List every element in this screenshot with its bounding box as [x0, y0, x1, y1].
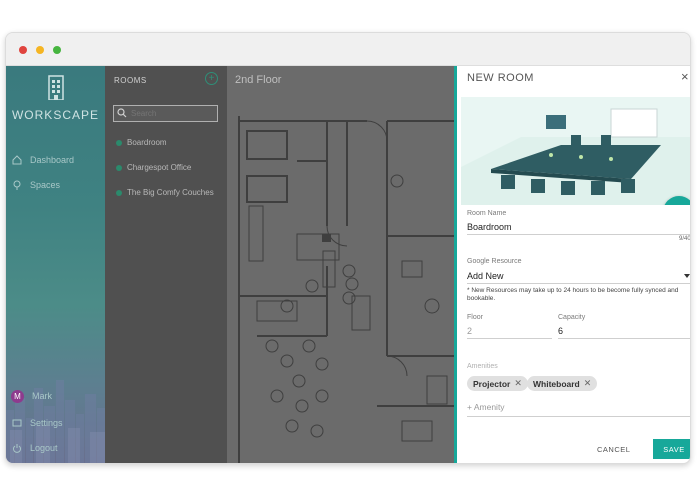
app-window: WORKSCAPE Dashboard Spaces M Mark Settin… — [5, 32, 691, 464]
sidebar-item-label: Dashboard — [30, 155, 75, 165]
sidebar-item-spaces[interactable]: Spaces — [12, 178, 60, 192]
rooms-title: ROOMS — [114, 76, 147, 85]
divider — [558, 338, 690, 339]
user-profile[interactable]: M Mark — [11, 389, 52, 403]
floor-plan-image[interactable] — [227, 106, 454, 464]
room-list-item[interactable]: The Big Comfy Couches — [116, 188, 214, 197]
floor-label: Floor — [467, 314, 483, 321]
amenities-label: Amenities — [467, 363, 498, 370]
floor-title: 2nd Floor — [235, 74, 282, 86]
remove-icon[interactable]: ✕ — [514, 378, 522, 389]
add-amenity-button[interactable]: + Amenity — [467, 402, 505, 412]
cancel-button[interactable]: CANCEL — [597, 445, 630, 454]
avatar: M — [11, 389, 24, 403]
title-bar — [6, 33, 690, 66]
room-list-item[interactable]: Chargespot Office — [116, 163, 191, 172]
close-icon[interactable]: × — [681, 69, 689, 84]
close-window-icon[interactable] — [19, 46, 27, 54]
maximize-window-icon[interactable] — [53, 46, 61, 54]
boardroom-illustration-icon — [461, 108, 690, 205]
sidebar-item-label: Spaces — [30, 180, 61, 190]
room-dot-icon — [116, 139, 122, 146]
sidebar-item-settings[interactable]: Settings — [12, 416, 63, 430]
divider — [467, 416, 690, 417]
logo-text: WORKSCAPE — [11, 108, 99, 122]
room-dot-icon — [116, 164, 122, 171]
settings-icon — [12, 419, 22, 427]
minimize-window-icon[interactable] — [36, 46, 44, 54]
capacity-label: Capacity — [558, 314, 586, 321]
user-name: Mark — [32, 391, 52, 401]
sidebar-item-dashboard[interactable]: Dashboard — [12, 153, 74, 167]
location-pin-icon — [13, 180, 21, 190]
new-room-panel: NEW ROOM × Room Name Boardroom 9/40 Goog… — [454, 66, 691, 463]
divider — [467, 338, 552, 339]
remove-icon[interactable]: ✕ — [584, 378, 592, 389]
floor-field[interactable] — [467, 325, 547, 337]
divider — [467, 234, 690, 235]
chip-label: Projector — [473, 378, 511, 389]
room-name-label: Room Name — [467, 210, 507, 217]
room-dot-icon — [116, 189, 122, 196]
add-room-icon[interactable]: + — [205, 72, 218, 85]
modal-title: NEW ROOM — [467, 72, 534, 84]
search-icon — [117, 108, 127, 118]
sidebar-item-label: Settings — [30, 418, 63, 428]
room-name: The Big Comfy Couches — [127, 188, 214, 197]
google-resource-select[interactable]: Add New — [467, 271, 504, 281]
floor-plan-area: 2nd Floor — [227, 66, 454, 464]
char-count: 9/40 — [679, 236, 691, 242]
power-icon — [13, 444, 21, 453]
amenity-chip-projector: Projector ✕ — [467, 376, 528, 391]
room-name: Chargespot Office — [127, 163, 192, 172]
room-photo — [461, 97, 690, 205]
search-box — [113, 105, 218, 122]
app-content: WORKSCAPE Dashboard Spaces M Mark Settin… — [6, 66, 691, 464]
logo: WORKSCAPE — [6, 74, 105, 122]
rooms-panel: ROOMS + Boardroom Chargespot Office The … — [105, 66, 227, 463]
sidebar-item-logout[interactable]: Logout — [12, 441, 58, 455]
save-button[interactable]: SAVE — [653, 439, 690, 459]
sidebar-item-label: Logout — [30, 443, 58, 453]
search-input[interactable] — [131, 107, 215, 120]
room-name: Boardroom — [127, 138, 167, 147]
amenity-chip-whiteboard: Whiteboard ✕ — [527, 376, 598, 391]
sidebar: WORKSCAPE Dashboard Spaces M Mark Settin… — [6, 66, 105, 463]
building-logo-icon — [47, 75, 64, 101]
sync-note: * New Resources may take up to 24 hours … — [467, 287, 679, 302]
google-resource-label: Google Resource — [467, 258, 522, 265]
chip-label: Whiteboard — [533, 378, 580, 389]
capacity-field[interactable] — [558, 325, 678, 337]
room-name-input[interactable] — [467, 221, 687, 233]
home-icon — [12, 155, 22, 165]
chevron-down-icon[interactable] — [684, 274, 690, 278]
room-list-item[interactable]: Boardroom — [116, 138, 167, 147]
divider — [467, 283, 690, 284]
